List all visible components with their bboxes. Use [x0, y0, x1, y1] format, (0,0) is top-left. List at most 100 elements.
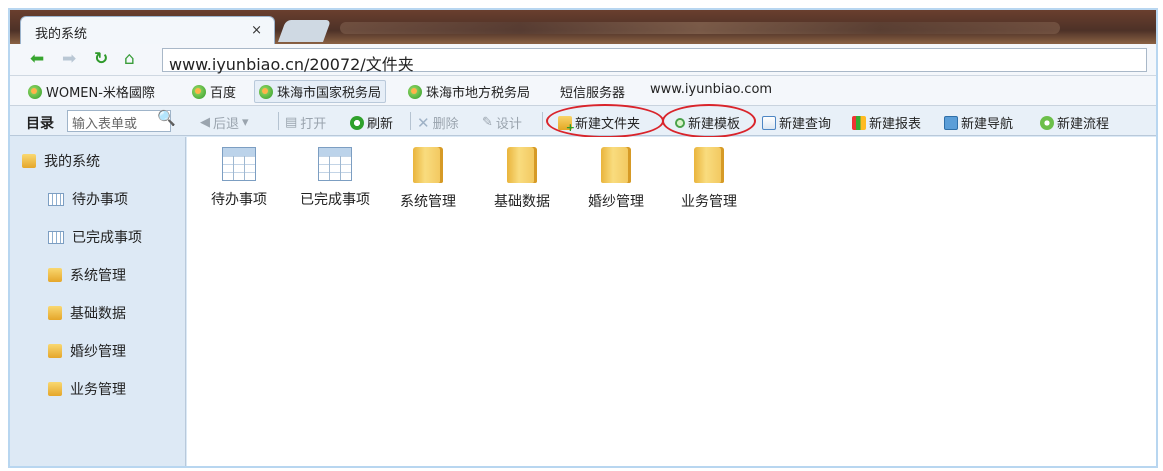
new-report-label: 新建报表: [869, 117, 922, 132]
home-icon[interactable]: ⌂: [124, 49, 135, 69]
sidebar-item-wedding-mgmt[interactable]: 婚纱管理: [48, 341, 126, 361]
refresh-label: 刷新: [367, 117, 394, 132]
divider: [410, 112, 411, 130]
folder-icon: [48, 382, 62, 396]
new-query-button[interactable]: 新建查询: [762, 113, 831, 132]
forward-arrow-icon[interactable]: ➡: [62, 49, 76, 69]
tab-title: 我的系统: [35, 27, 88, 42]
sidebar-tree: 我的系统 待办事项 已完成事项 系统管理 基础数据 婚纱管理 业务管理: [10, 137, 186, 466]
folder-icon: [22, 154, 36, 168]
folder-icon: [694, 147, 724, 183]
back-arrow-icon[interactable]: ⬅: [30, 49, 44, 69]
leaf-icon: [192, 84, 206, 99]
bookmarks-bar: WOMEN-米格國際 百度 珠海市国家税务局 珠海市地方税务局 短信服务器 ww…: [10, 76, 1156, 106]
tab-my-system[interactable]: 我的系统 ×: [20, 16, 275, 46]
sidebar-item-label: 婚纱管理: [70, 344, 126, 360]
bookmark-sms-server[interactable]: 短信服务器: [560, 82, 625, 101]
navigation-bar: ⬅ ➡ ↻ ⌂ www.iyunbiao.cn/20072/文件夹: [10, 44, 1156, 76]
back-label: 后退: [213, 117, 240, 132]
new-tab-button[interactable]: [277, 20, 332, 42]
app-toolbar: 目录 输入表单或 🔍 ◀ 后退 ▾ ▤ 打开 刷新 ✕ 删除 ✎ 设计 新建文件: [10, 104, 1156, 138]
content-item-base-data[interactable]: 基础数据: [476, 147, 568, 211]
back-button[interactable]: ◀ 后退 ▾: [200, 113, 249, 132]
sidebar-item-label: 待办事项: [72, 192, 128, 208]
bookmark-baidu[interactable]: 百度: [192, 82, 236, 101]
new-flow-button[interactable]: 新建流程: [1040, 113, 1109, 132]
bookmark-label: www.iyunbiao.com: [650, 82, 773, 97]
bookmark-label: 珠海市国家税务局: [277, 86, 382, 101]
close-icon[interactable]: ×: [251, 23, 262, 38]
new-query-icon: [762, 115, 776, 130]
bookmark-label: 珠海市地方税务局: [426, 86, 531, 101]
content-item-label: 业务管理: [681, 194, 737, 210]
new-flow-icon: [1040, 115, 1054, 130]
content-item-label: 待办事项: [211, 192, 267, 208]
delete-x-icon: ✕: [417, 113, 430, 132]
divider: [542, 112, 543, 130]
search-icon[interactable]: 🔍: [157, 109, 176, 127]
content-item-label: 基础数据: [494, 194, 550, 210]
bookmark-label: 百度: [210, 86, 237, 101]
content-item-completed[interactable]: 已完成事项: [289, 147, 381, 209]
folder-icon: [413, 147, 443, 183]
content-item-business-mgmt[interactable]: 业务管理: [663, 147, 755, 211]
leaf-icon: [259, 84, 273, 99]
content-item-todo[interactable]: 待办事项: [193, 147, 285, 209]
bookmark-women[interactable]: WOMEN-米格國際: [28, 82, 155, 101]
blurred-tabs: [340, 22, 1060, 34]
content-area: 待办事项 已完成事项 系统管理 基础数据 婚纱管理 业务管理: [187, 137, 1156, 466]
tree-root-label: 我的系统: [44, 154, 100, 170]
sidebar-item-todo[interactable]: 待办事项: [48, 189, 128, 209]
sidebar-item-completed[interactable]: 已完成事项: [48, 227, 142, 247]
design-button[interactable]: ✎ 设计: [482, 113, 522, 132]
leaf-icon: [28, 84, 42, 99]
browser-window: 我的系统 × ⬅ ➡ ↻ ⌂ www.iyunbiao.cn/20072/文件夹…: [8, 8, 1158, 468]
content-item-label: 已完成事项: [300, 192, 370, 208]
folder-icon: [601, 147, 631, 183]
bookmark-label: 短信服务器: [560, 86, 626, 101]
folder-icon: [48, 268, 62, 282]
sidebar-item-label: 系统管理: [70, 268, 126, 284]
delete-button[interactable]: ✕ 删除: [417, 113, 459, 132]
address-bar[interactable]: www.iyunbiao.cn/20072/文件夹: [162, 48, 1147, 74]
new-query-label: 新建查询: [779, 117, 832, 132]
content-item-label: 系统管理: [400, 194, 456, 210]
new-nav-label: 新建导航: [961, 117, 1014, 132]
folder-icon: [507, 147, 537, 183]
sidebar-item-base-data[interactable]: 基础数据: [48, 303, 126, 323]
bookmark-zhuhai-local-tax[interactable]: 珠海市地方税务局: [408, 82, 530, 101]
open-button[interactable]: ▤ 打开: [285, 113, 326, 132]
bookmark-zhuhai-national-tax[interactable]: 珠海市国家税务局: [254, 80, 387, 103]
content-item-wedding-mgmt[interactable]: 婚纱管理: [570, 147, 662, 211]
reload-icon[interactable]: ↻: [94, 49, 108, 69]
tree-root-my-system[interactable]: 我的系统: [22, 151, 100, 171]
new-flow-label: 新建流程: [1057, 117, 1110, 132]
new-report-icon: [852, 115, 866, 130]
new-nav-button[interactable]: 新建导航: [944, 113, 1013, 132]
bookmark-iyunbiao[interactable]: www.iyunbiao.com: [650, 82, 772, 97]
grid-icon: [318, 147, 352, 181]
back-circle-icon: ◀: [200, 115, 210, 130]
highlight-circle-new-template: [662, 104, 756, 138]
bookmark-label: WOMEN-米格國際: [46, 86, 155, 101]
grid-icon: [48, 192, 64, 206]
search-input[interactable]: 输入表单或: [67, 110, 171, 132]
refresh-icon: [350, 115, 364, 130]
design-label: 设计: [495, 117, 522, 132]
tab-bar: 我的系统 ×: [10, 10, 1156, 46]
folder-open-icon: ▤: [285, 115, 298, 130]
refresh-button[interactable]: 刷新: [350, 113, 393, 132]
catalog-label: 目录: [26, 116, 54, 132]
chevron-down-icon: ▾: [242, 115, 249, 130]
sidebar-item-system-mgmt[interactable]: 系统管理: [48, 265, 126, 285]
divider: [278, 112, 279, 130]
new-nav-icon: [944, 115, 958, 130]
sidebar-item-label: 业务管理: [70, 382, 126, 398]
content-item-label: 婚纱管理: [588, 194, 644, 210]
grid-icon: [48, 230, 64, 244]
sidebar-item-business-mgmt[interactable]: 业务管理: [48, 379, 126, 399]
new-report-button[interactable]: 新建报表: [852, 113, 921, 132]
content-item-system-mgmt[interactable]: 系统管理: [382, 147, 474, 211]
leaf-icon: [408, 84, 422, 99]
design-icon: ✎: [482, 115, 493, 130]
